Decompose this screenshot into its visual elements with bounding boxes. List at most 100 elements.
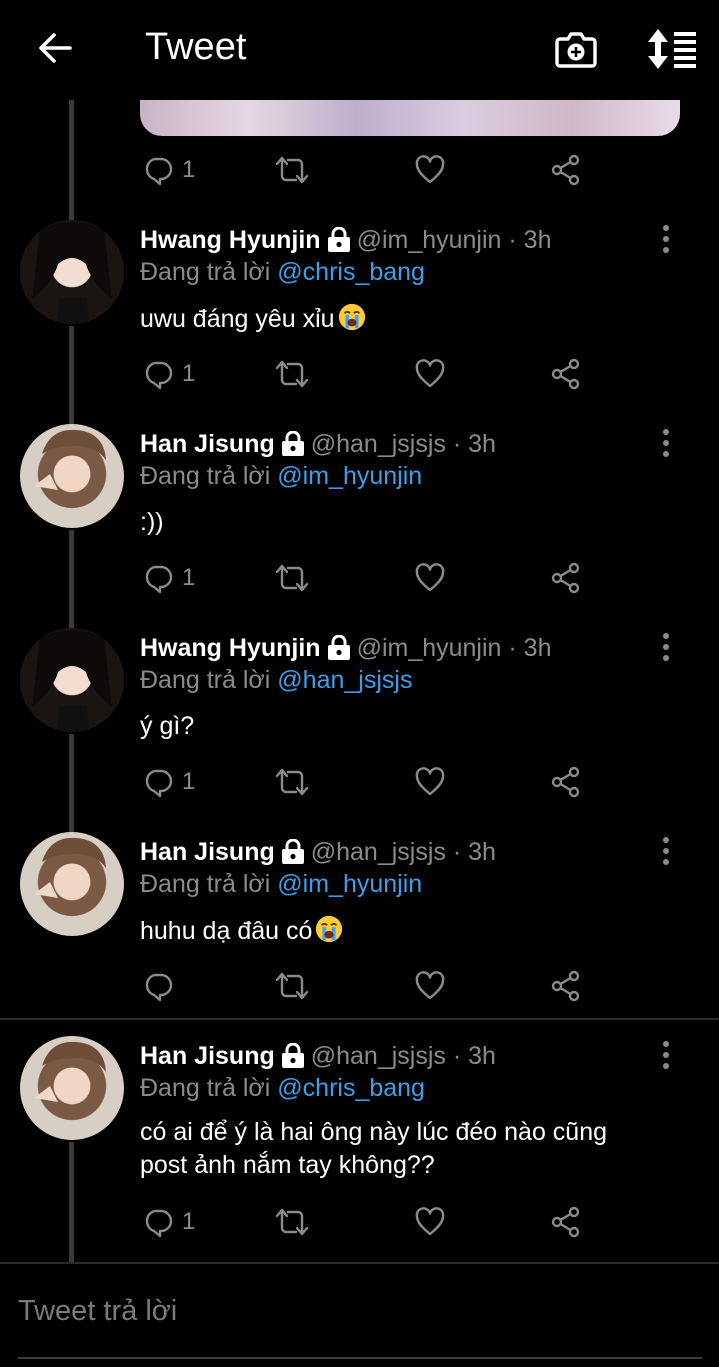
- tweet-actions: 1: [140, 556, 700, 600]
- camera-add-icon[interactable]: [554, 27, 598, 71]
- divider: [0, 1262, 719, 1264]
- more-options-icon[interactable]: [656, 428, 676, 458]
- display-name[interactable]: Hwang Hyunjin: [140, 226, 321, 255]
- mention-link[interactable]: @im_hyunjin: [277, 870, 422, 898]
- reply-button[interactable]: 1: [142, 148, 195, 192]
- tweet-header: Hwang Hyunjin @im_hyunjin · 3h: [140, 631, 551, 665]
- avatar[interactable]: [20, 628, 124, 732]
- tweet-media-image[interactable]: [140, 100, 680, 136]
- lock-icon: [281, 839, 305, 865]
- reply-button[interactable]: 1: [142, 352, 195, 396]
- avatar[interactable]: [20, 832, 124, 936]
- heart-icon: [414, 358, 446, 390]
- input-underline: [18, 1357, 702, 1359]
- reply-button[interactable]: 1: [142, 760, 195, 804]
- tweet-header: Han Jisung @han_jsjsjs · 3h: [140, 1039, 496, 1073]
- arrow-left-icon[interactable]: [36, 28, 76, 68]
- share-button[interactable]: [550, 556, 582, 600]
- display-name[interactable]: Han Jisung: [140, 430, 275, 459]
- crying-face-emoji: [314, 914, 344, 944]
- reply-count: 1: [182, 564, 196, 591]
- reply-button[interactable]: 1: [142, 1200, 195, 1244]
- avatar[interactable]: [20, 424, 124, 528]
- avatar[interactable]: [20, 220, 124, 324]
- tweet[interactable]: Hwang Hyunjin @im_hyunjin · 3h Đang trả …: [0, 628, 719, 832]
- retweet-button[interactable]: [274, 760, 310, 804]
- share-button[interactable]: [550, 352, 582, 396]
- like-button[interactable]: [414, 148, 446, 192]
- display-name[interactable]: Han Jisung: [140, 838, 275, 867]
- reply-count: 1: [182, 156, 196, 183]
- more-options-icon[interactable]: [656, 836, 676, 866]
- more-options-icon[interactable]: [656, 632, 676, 662]
- reply-icon: [142, 766, 174, 798]
- tweet-actions: 1: [140, 1200, 700, 1244]
- like-button[interactable]: [414, 760, 446, 804]
- retweet-button[interactable]: [274, 148, 310, 192]
- reply-button[interactable]: 1: [142, 556, 195, 600]
- reply-input[interactable]: Tweet trả lời: [18, 1295, 177, 1328]
- divider: [0, 1018, 719, 1020]
- share-button[interactable]: [550, 964, 582, 1008]
- reply-icon: [142, 562, 174, 594]
- more-options-icon[interactable]: [656, 224, 676, 254]
- tweet-header: Han Jisung @han_jsjsjs · 3h: [140, 835, 496, 869]
- retweet-button[interactable]: [274, 1200, 310, 1244]
- tweet-actions: [140, 964, 700, 1008]
- avatar-image: [34, 429, 106, 490]
- tweet-header: Hwang Hyunjin @im_hyunjin · 3h: [140, 223, 551, 257]
- reply-icon: [142, 970, 174, 1002]
- avatar-image: [34, 1041, 106, 1102]
- display-name[interactable]: Hwang Hyunjin: [140, 634, 321, 663]
- retweet-icon: [274, 154, 310, 186]
- heart-icon: [414, 766, 446, 798]
- like-button[interactable]: [414, 352, 446, 396]
- mention-link[interactable]: @chris_bang: [277, 258, 425, 286]
- mention-link[interactable]: @im_hyunjin: [277, 462, 422, 490]
- avatar[interactable]: [20, 1036, 124, 1140]
- username-time: @im_hyunjin · 3h: [356, 225, 552, 254]
- like-button[interactable]: [414, 556, 446, 600]
- retweet-icon: [274, 358, 310, 390]
- reply-count: 1: [182, 360, 196, 387]
- share-button[interactable]: [550, 148, 582, 192]
- reply-icon: [142, 358, 174, 390]
- heart-icon: [414, 1206, 446, 1238]
- tweet-text: :)): [140, 508, 164, 536]
- tweet[interactable]: Han Jisung @han_jsjsjs · 3h Đang trả lời…: [0, 424, 719, 628]
- tweet[interactable]: Han Jisung @han_jsjsjs · 3h Đang trả lời…: [0, 1036, 719, 1262]
- retweet-button[interactable]: [274, 964, 310, 1008]
- share-icon: [550, 970, 582, 1002]
- share-button[interactable]: [550, 1200, 582, 1244]
- lock-icon: [281, 1043, 305, 1069]
- page-title: Tweet: [145, 26, 247, 68]
- replying-to: Đang trả lời @han_jsjsjs: [140, 666, 413, 694]
- share-button[interactable]: [550, 760, 582, 804]
- lock-icon: [327, 635, 351, 661]
- more-options-icon[interactable]: [656, 1040, 676, 1070]
- tweet-text: có ai để ý là hai ông này lúc đéo nào cũ…: [140, 1118, 608, 1179]
- retweet-button[interactable]: [274, 352, 310, 396]
- tweet-actions: 1: [140, 352, 700, 396]
- tweet-text: huhu dạ đâu có: [140, 914, 680, 948]
- share-icon: [550, 766, 582, 798]
- like-button[interactable]: [414, 1200, 446, 1244]
- share-icon: [550, 358, 582, 390]
- retweet-button[interactable]: [274, 556, 310, 600]
- retweet-icon: [274, 1206, 310, 1238]
- retweet-icon: [274, 970, 310, 1002]
- heart-icon: [414, 154, 446, 186]
- mention-link[interactable]: @chris_bang: [277, 1074, 425, 1102]
- display-name[interactable]: Han Jisung: [140, 1042, 275, 1071]
- reply-button[interactable]: [142, 964, 174, 1008]
- tweet[interactable]: Hwang Hyunjin @im_hyunjin · 3h Đang trả …: [0, 220, 719, 424]
- sort-list-icon[interactable]: [646, 27, 698, 71]
- tweet-text: ý gì?: [140, 712, 195, 740]
- tweet-actions: 1: [140, 148, 700, 192]
- reply-icon: [142, 1206, 174, 1238]
- like-button[interactable]: [414, 964, 446, 1008]
- heart-icon: [414, 970, 446, 1002]
- mention-link[interactable]: @han_jsjsjs: [277, 666, 412, 694]
- top-app-bar: Tweet: [0, 0, 719, 98]
- tweet[interactable]: Han Jisung @han_jsjsjs · 3h Đang trả lời…: [0, 832, 719, 1018]
